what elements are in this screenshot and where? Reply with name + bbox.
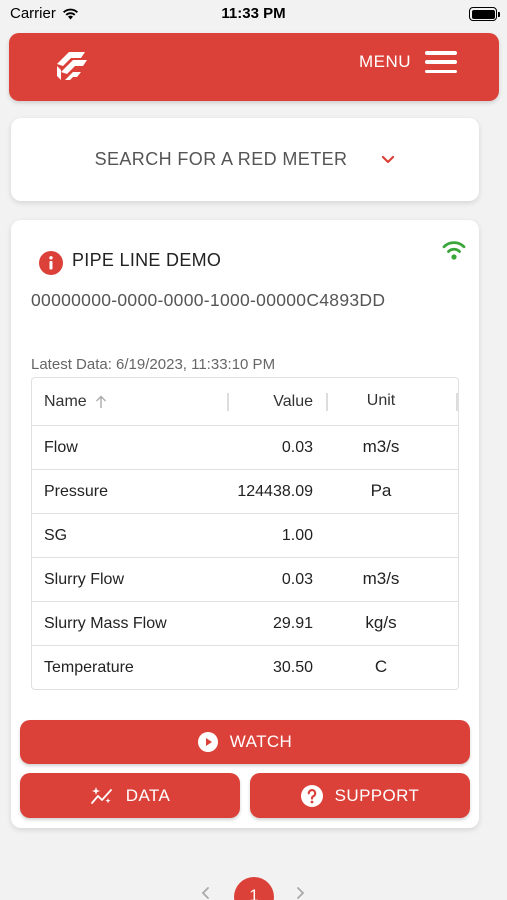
menu-button[interactable]: MENU xyxy=(359,51,457,73)
cell-unit: m3/s xyxy=(362,437,400,456)
meter-card: PIPE LINE DEMO 00000000-0000-0000-1000-0… xyxy=(11,220,479,828)
column-header-name[interactable]: Name xyxy=(44,393,107,411)
chevron-right-icon[interactable] xyxy=(293,886,307,900)
meter-data-table: Name Value Unit Flow 0.03 m3/s Pressure 1244… xyxy=(31,377,459,690)
logo-icon[interactable] xyxy=(51,46,91,86)
cell-unit: kg/s xyxy=(365,613,397,632)
column-separator[interactable] xyxy=(227,393,229,411)
wifi-signal-icon xyxy=(442,241,466,260)
table-row[interactable]: Temperature 30.50 C xyxy=(32,646,458,690)
watch-label: WATCH xyxy=(229,732,293,751)
table-row[interactable]: Slurry Flow 0.03 m3/s xyxy=(32,558,458,602)
cell-value: 29.91 xyxy=(272,615,313,632)
cell-value: 30.50 xyxy=(272,659,313,676)
hamburger-menu-icon xyxy=(425,51,457,73)
cell-name: Pressure xyxy=(44,483,109,500)
meter-name: PIPE LINE DEMO xyxy=(72,250,222,270)
cell-name: Slurry Mass Flow xyxy=(44,615,167,632)
cell-name: Temperature xyxy=(44,659,134,676)
play-icon xyxy=(197,732,218,752)
table-row[interactable]: Pressure 124438.09 Pa xyxy=(32,470,458,514)
latest-data-timestamp: Latest Data: 6/19/2023, 11:33:10 PM xyxy=(31,356,276,373)
support-label: SUPPORT xyxy=(334,785,420,805)
cell-value: 1.00 xyxy=(281,527,313,544)
sort-arrow-up-icon xyxy=(95,395,106,408)
battery-icon xyxy=(469,7,500,21)
cell-value: 124438.09 xyxy=(237,483,313,500)
table-row[interactable]: Flow 0.03 m3/s xyxy=(32,426,458,470)
pagination: 1 xyxy=(0,870,507,900)
cell-name: Slurry Flow xyxy=(44,571,125,588)
status-bar: Carrier 11:33 PM xyxy=(0,0,507,30)
chevron-left-icon[interactable] xyxy=(199,886,213,900)
menu-label: MENU xyxy=(358,52,411,71)
column-separator[interactable] xyxy=(326,393,328,411)
cell-unit: Pa xyxy=(370,481,392,500)
table-row[interactable]: SG 1.00 xyxy=(32,514,458,558)
app-header: MENU xyxy=(9,33,499,101)
chevron-down-icon xyxy=(382,155,395,163)
cell-unit: C xyxy=(374,657,388,676)
watch-button[interactable]: WATCH xyxy=(20,720,470,764)
table-header-row: Name Value Unit xyxy=(32,378,458,426)
column-header-value[interactable]: Value xyxy=(273,393,313,411)
cell-unit: m3/s xyxy=(362,569,400,588)
sparkle-chart-icon xyxy=(90,786,112,804)
cell-value: 0.03 xyxy=(281,439,313,456)
search-label: SEARCH FOR A RED METER xyxy=(94,149,348,169)
cell-name: Flow xyxy=(44,439,78,456)
data-button[interactable]: DATA xyxy=(20,773,240,818)
column-header-unit[interactable]: Unit xyxy=(338,392,424,410)
support-button[interactable]: SUPPORT xyxy=(250,773,470,818)
page-1-button[interactable]: 1 xyxy=(234,877,274,900)
help-icon xyxy=(300,784,323,807)
cell-value: 0.03 xyxy=(281,571,313,588)
table-row[interactable]: Slurry Mass Flow 29.91 kg/s xyxy=(32,602,458,646)
column-separator[interactable] xyxy=(456,393,458,411)
data-label: DATA xyxy=(125,785,171,805)
meter-id: 00000000-0000-0000-1000-00000C4893DD xyxy=(31,290,386,310)
meter-search-dropdown[interactable]: SEARCH FOR A RED METER xyxy=(11,118,479,201)
status-time: 11:33 PM xyxy=(221,5,286,22)
info-icon[interactable] xyxy=(39,251,63,275)
cell-name: SG xyxy=(44,527,68,544)
